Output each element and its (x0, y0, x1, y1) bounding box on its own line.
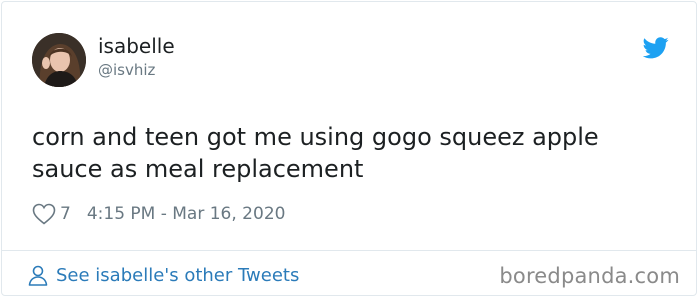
site-watermark: boredpanda.com (499, 264, 680, 288)
twitter-bird-icon[interactable] (643, 37, 669, 59)
tweet-text: corn and teen got me using gogo squeez a… (32, 123, 599, 183)
tweet-meta: 7 4:15 PM - Mar 16, 2020 (32, 201, 285, 227)
heart-outline-icon[interactable] (32, 203, 56, 225)
see-other-tweets-link[interactable]: See isabelle's other Tweets (27, 262, 299, 288)
see-other-tweets-label: See isabelle's other Tweets (56, 264, 300, 286)
author-display-name[interactable]: isabelle (98, 34, 175, 58)
person-outline-icon (28, 265, 48, 286)
like-count: 7 (60, 204, 71, 224)
tweet-card: isabelle @isvhiz corn and teen got me us… (1, 1, 697, 296)
avatar-photo (32, 33, 86, 87)
author-handle[interactable]: @isvhiz (98, 60, 155, 80)
tweet-timestamp[interactable]: 4:15 PM - Mar 16, 2020 (87, 204, 286, 224)
avatar[interactable] (32, 33, 86, 87)
footer-divider (2, 250, 696, 251)
